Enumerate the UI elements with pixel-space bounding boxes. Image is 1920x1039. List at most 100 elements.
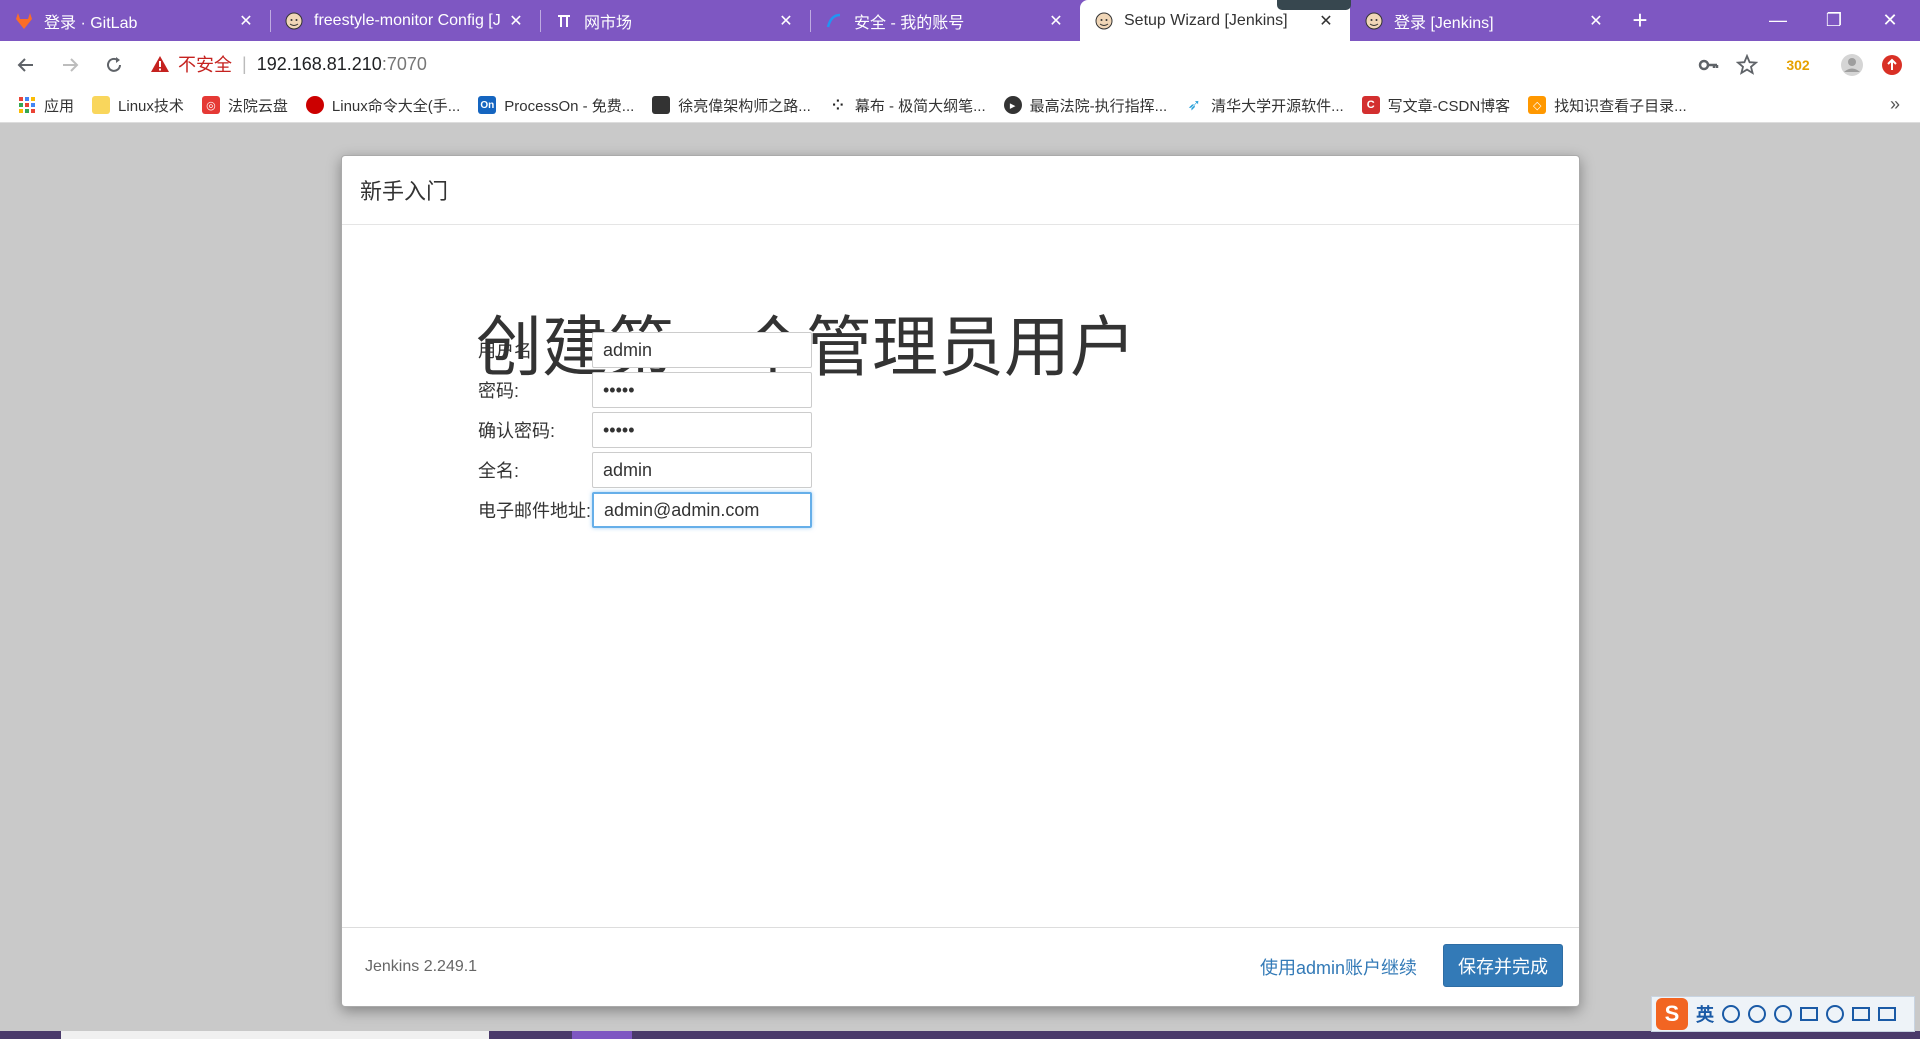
bookmark-knowledge[interactable]: ◇ 找知识查看子目录... — [1528, 95, 1687, 116]
profile-avatar[interactable] — [1834, 41, 1870, 88]
fullname-label: 全名: — [478, 461, 520, 481]
password-key-button[interactable] — [1690, 41, 1726, 88]
page-viewport: 新手入门 创建第一个管理员用户 用户名: 密码: 确认密码: 全名: 电子邮件地… — [0, 123, 1920, 1031]
punctuation-icon[interactable] — [1722, 1005, 1740, 1023]
email-row: 电子邮件地址: — [478, 492, 812, 528]
close-icon[interactable]: ✕ — [1046, 11, 1066, 31]
reload-button[interactable] — [96, 47, 132, 83]
bookmark-label: 法院云盘 — [227, 97, 288, 115]
cloud-drive-icon: ◎ — [201, 96, 220, 114]
url-port: :7070 — [381, 53, 427, 74]
mubu-icon: ⁘ — [831, 96, 844, 113]
bookmark-label: 应用 — [44, 97, 75, 115]
confirm-password-input[interactable] — [592, 412, 812, 448]
bookmark-label: Linux命令大全(手... — [331, 97, 461, 115]
gitlab-icon — [14, 11, 34, 31]
confirm-password-row: 确认密码: — [478, 412, 812, 448]
keyboard-icon[interactable] — [1800, 1007, 1818, 1021]
close-icon[interactable]: ✕ — [236, 11, 256, 31]
username-input[interactable] — [592, 332, 812, 368]
tab-security-account[interactable]: 安全 - 我的账号 ✕ — [810, 0, 1080, 41]
update-arrow-icon — [1882, 54, 1902, 75]
emoji-icon[interactable] — [1748, 1005, 1766, 1023]
processon-icon: On — [478, 96, 497, 114]
security-status[interactable]: 不安全 — [178, 51, 232, 77]
sogou-logo-icon[interactable]: S — [1656, 998, 1688, 1030]
address-separator: | — [242, 53, 247, 74]
tab-jenkins-login[interactable]: 登录 [Jenkins] ✕ — [1350, 0, 1620, 41]
browser-toolbar: 不安全 | 192.168.81.210 :7070 302 — [0, 41, 1920, 88]
continue-as-admin-link[interactable]: 使用admin账户继续 — [1260, 954, 1417, 980]
microphone-icon[interactable] — [1774, 1005, 1792, 1023]
bookmarks-overflow-button[interactable]: » — [1890, 94, 1900, 115]
email-input[interactable] — [592, 492, 812, 528]
bookmark-linux-commands[interactable]: Linux命令大全(手... — [305, 95, 461, 116]
tab-title: 登录 · GitLab — [44, 14, 138, 32]
ime-mode-toggle[interactable]: 英 — [1696, 1001, 1714, 1027]
tab-title: freestyle-monitor Config [J — [314, 11, 501, 29]
bookmark-label: 幕布 - 极简大纲笔... — [854, 97, 986, 115]
arrow-left-icon — [17, 57, 33, 72]
taskbar-search[interactable] — [61, 1031, 489, 1039]
folder-icon — [92, 96, 111, 114]
jenkins-icon — [284, 11, 304, 31]
close-icon[interactable]: ✕ — [506, 11, 526, 31]
bookmark-processon[interactable]: On ProcessOn - 免费... — [478, 95, 634, 116]
bookmark-court-cloud[interactable]: ◎ 法院云盘 — [201, 95, 288, 116]
save-and-finish-button[interactable]: 保存并完成 — [1443, 944, 1563, 987]
user-icon[interactable] — [1826, 1005, 1844, 1023]
bookmark-csdn[interactable]: C 写文章-CSDN博客 — [1361, 95, 1510, 116]
blog-icon — [652, 96, 671, 114]
bookmark-label: Linux技术 — [118, 97, 184, 115]
bookmark-mubu[interactable]: ⁘ 幕布 - 极简大纲笔... — [829, 95, 986, 116]
close-icon[interactable]: ✕ — [776, 11, 796, 31]
fullname-row: 全名: — [478, 452, 812, 488]
taskbar-active-app[interactable] — [572, 1031, 632, 1039]
avatar-icon — [1841, 53, 1863, 76]
fullname-input[interactable] — [592, 452, 812, 488]
bookmark-star-button[interactable] — [1729, 41, 1765, 88]
forward-button[interactable] — [52, 47, 88, 83]
reload-icon — [107, 56, 121, 72]
back-button[interactable] — [8, 47, 44, 83]
bookmark-architect-blog[interactable]: 徐亮偉架构师之路... — [652, 95, 811, 116]
password-input[interactable] — [592, 372, 812, 408]
bookmark-label: 找知识查看子目录... — [1554, 97, 1687, 115]
minimize-button[interactable]: — — [1750, 0, 1806, 41]
jenkins-version: Jenkins 2.249.1 — [365, 958, 478, 975]
update-menu-button[interactable] — [1874, 41, 1910, 88]
bookmarks-bar: 应用 Linux技术 ◎ 法院云盘 Linux命令大全(手... On Proc… — [0, 88, 1920, 123]
toolbox-icon[interactable] — [1878, 1007, 1896, 1021]
username-label: 用户名: — [478, 341, 538, 361]
url-host: 192.168.81.210 — [256, 53, 382, 74]
extension-badge-302[interactable]: 302 — [1778, 41, 1818, 88]
pi-icon — [554, 11, 574, 31]
dialog-footer: Jenkins 2.249.1 使用admin账户继续 保存并完成 — [342, 927, 1579, 1006]
tab-freestyle-config[interactable]: freestyle-monitor Config [J ✕ — [270, 0, 540, 41]
address-bar[interactable]: 不安全 | 192.168.81.210 :7070 — [138, 46, 1778, 82]
tab-title: Setup Wizard [Jenkins] — [1124, 11, 1288, 29]
redhat-icon — [305, 96, 324, 114]
bookmark-linux-tech[interactable]: Linux技术 — [92, 95, 184, 116]
knowledge-icon: ◇ — [1528, 96, 1547, 114]
close-window-button[interactable]: ✕ — [1862, 0, 1918, 41]
bookmark-apps[interactable]: 应用 — [18, 95, 74, 116]
close-icon[interactable]: ✕ — [1316, 11, 1336, 31]
tab-gitlab-login[interactable]: 登录 · GitLab ✕ — [0, 0, 270, 41]
bookmark-tuna-mirror[interactable]: ➶ 清华大学开源软件... — [1185, 95, 1343, 116]
bookmark-label: 最高法院-执行指挥... — [1029, 97, 1168, 115]
bookmark-label: ProcessOn - 免费... — [504, 97, 635, 115]
close-icon[interactable]: ✕ — [1586, 11, 1606, 31]
warning-icon — [151, 56, 169, 72]
confirm-password-label: 确认密码: — [478, 421, 556, 441]
skin-icon[interactable] — [1852, 1007, 1870, 1021]
setup-wizard-dialog: 新手入门 创建第一个管理员用户 用户名: 密码: 确认密码: 全名: 电子邮件地… — [341, 155, 1580, 1007]
arrow-right-icon — [63, 57, 79, 72]
tab-wangshichang[interactable]: 网市场 ✕ — [540, 0, 810, 41]
bookmark-supreme-court[interactable]: ▸ 最高法院-执行指挥... — [1003, 95, 1168, 116]
restore-button[interactable]: ❐ — [1806, 0, 1862, 41]
new-tab-button[interactable]: + — [1620, 0, 1660, 41]
tab-strip: 登录 · GitLab ✕ freestyle-monitor Config [… — [0, 0, 1920, 41]
password-row: 密码: — [478, 372, 812, 408]
jenkins-icon — [1094, 11, 1114, 31]
